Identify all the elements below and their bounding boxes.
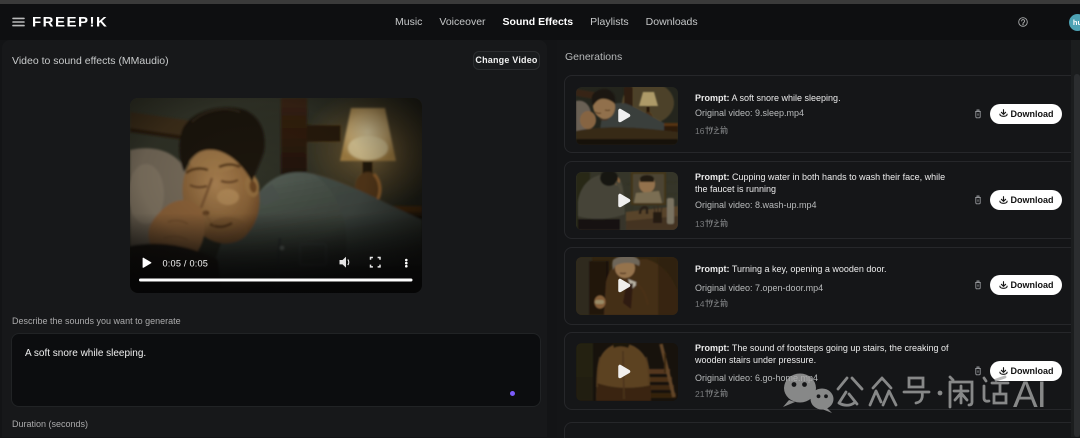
svg-text:0:05 / 0:05: 0:05 / 0:05 (162, 258, 208, 268)
svg-text:AI: AI (1013, 374, 1046, 415)
